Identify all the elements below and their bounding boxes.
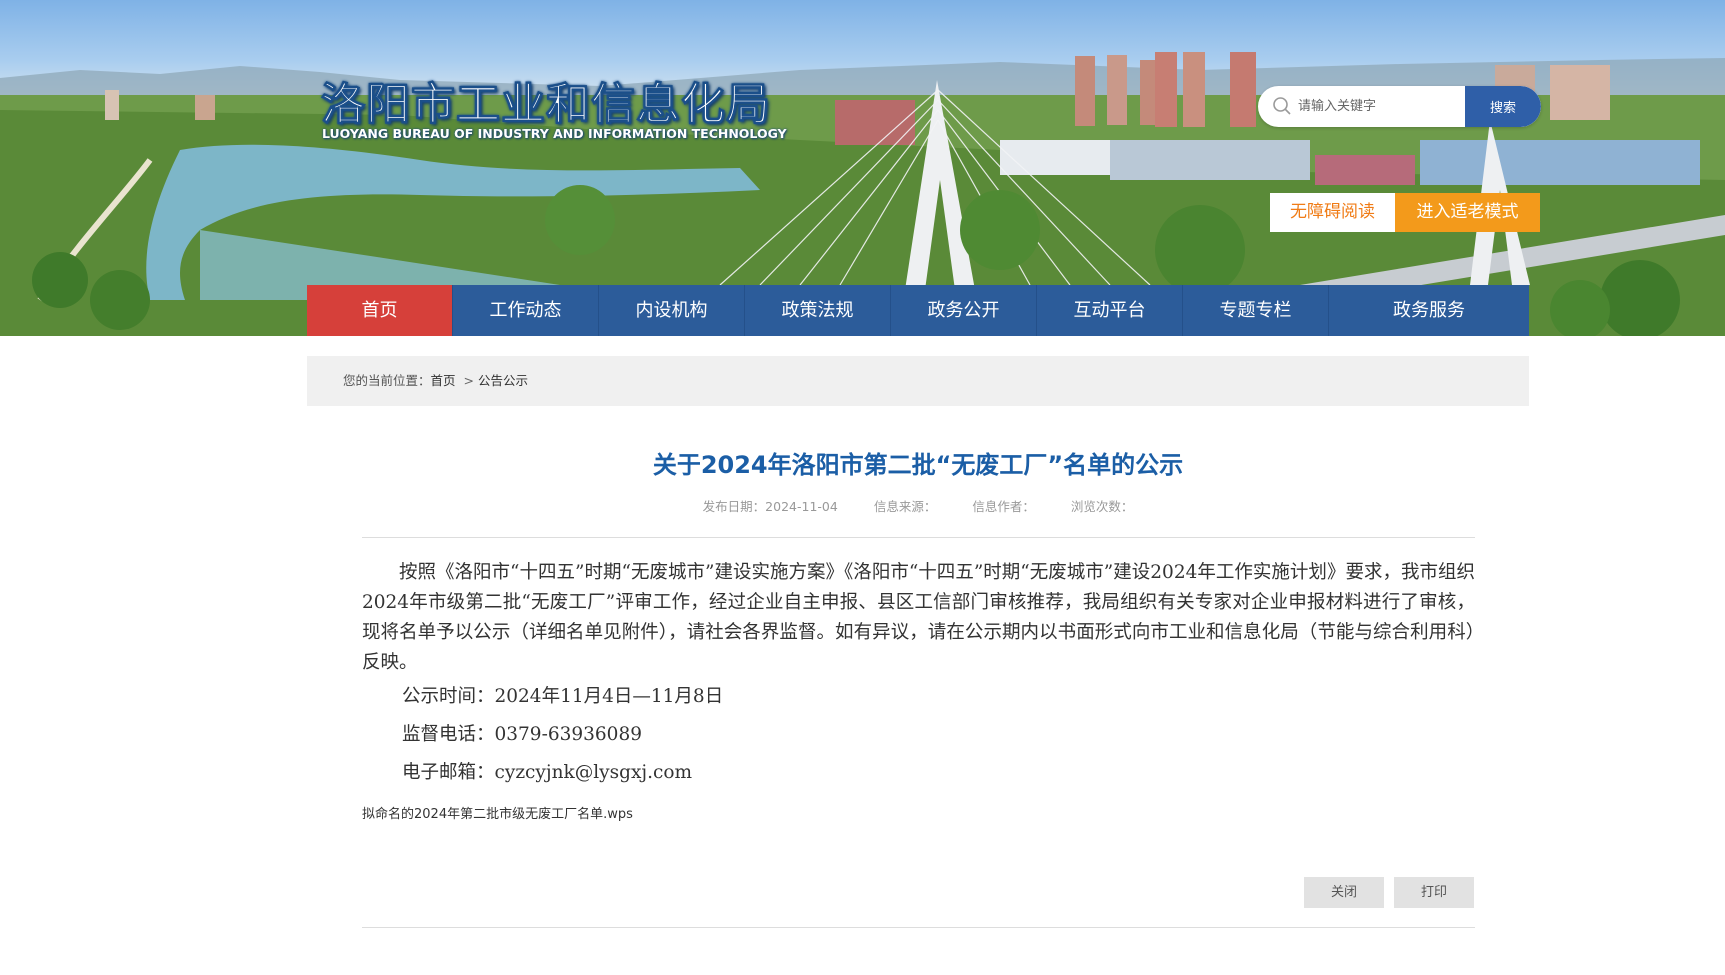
search-box: 搜索 xyxy=(1258,86,1541,127)
search-icon xyxy=(1273,97,1291,115)
article-content: 按照《洛阳市“十四五”时期“无废城市”建设实施方案》《洛阳市“十四五”时期“无废… xyxy=(362,558,1475,792)
nav-item-policies[interactable]: 政策法规 xyxy=(745,285,891,336)
article-paragraph: 按照《洛阳市“十四五”时期“无废城市”建设实施方案》《洛阳市“十四五”时期“无废… xyxy=(362,562,1475,673)
attachment-link[interactable]: 拟命名的2024年第二批市级无废工厂名单.wps xyxy=(362,803,633,822)
article-title: 关于2024年洛阳市第二批“无废工厂”名单的公示 xyxy=(652,451,1184,479)
breadcrumb: 您的当前位置：首页 > 公告公示 xyxy=(307,356,1529,406)
article-meta: 发布日期：2024-11-04 信息来源： 信息作者： 浏览次数： xyxy=(307,496,1529,515)
contact-email: 电子邮箱：cyzcyjnk@lysgxj.com xyxy=(402,762,693,783)
nav-item-gov-services[interactable]: 政务服务 xyxy=(1329,285,1529,336)
elderly-mode-button[interactable]: 进入适老模式 xyxy=(1395,193,1540,232)
site-subtitle: LUOYANG BUREAU OF INDUSTRY AND INFORMATI… xyxy=(322,126,787,141)
search-button[interactable]: 搜索 xyxy=(1465,86,1541,127)
nav-item-home[interactable]: 首页 xyxy=(307,285,453,336)
meta-date: 发布日期：2024-11-04 xyxy=(702,499,838,514)
divider xyxy=(362,927,1475,928)
supervision-phone: 监督电话：0379-63936089 xyxy=(402,724,642,745)
meta-views: 浏览次数： xyxy=(1070,499,1134,514)
breadcrumb-separator: > xyxy=(463,373,475,388)
breadcrumb-prefix: 您的当前位置： xyxy=(343,373,431,388)
site-title: 洛阳市工业和信息化局 xyxy=(321,79,771,131)
accessibility-reading-button[interactable]: 无障碍阅读 xyxy=(1270,193,1395,232)
publicity-time: 公示时间：2024年11月4日—11月8日 xyxy=(402,686,724,707)
main-nav: 首页 工作动态 内设机构 政策法规 政务公开 互动平台 专题专栏 政务服务 xyxy=(307,285,1529,336)
print-button[interactable]: 打印 xyxy=(1394,877,1474,908)
header-banner: 洛阳市工业和信息化局 LUOYANG BUREAU OF INDUSTRY AN… xyxy=(0,0,1725,336)
meta-author: 信息作者： xyxy=(972,499,1035,514)
breadcrumb-current-link[interactable]: 公告公示 xyxy=(478,373,528,388)
nav-item-gov-disclosure[interactable]: 政务公开 xyxy=(891,285,1037,336)
search-input[interactable] xyxy=(1298,86,1448,127)
nav-item-special-topics[interactable]: 专题专栏 xyxy=(1183,285,1329,336)
nav-item-departments[interactable]: 内设机构 xyxy=(599,285,745,336)
close-button[interactable]: 关闭 xyxy=(1304,877,1384,908)
breadcrumb-home-link[interactable]: 首页 xyxy=(431,373,456,388)
divider xyxy=(362,537,1475,538)
nav-item-interaction[interactable]: 互动平台 xyxy=(1037,285,1183,336)
meta-source: 信息来源： xyxy=(873,499,937,514)
nav-item-work-news[interactable]: 工作动态 xyxy=(453,285,599,336)
